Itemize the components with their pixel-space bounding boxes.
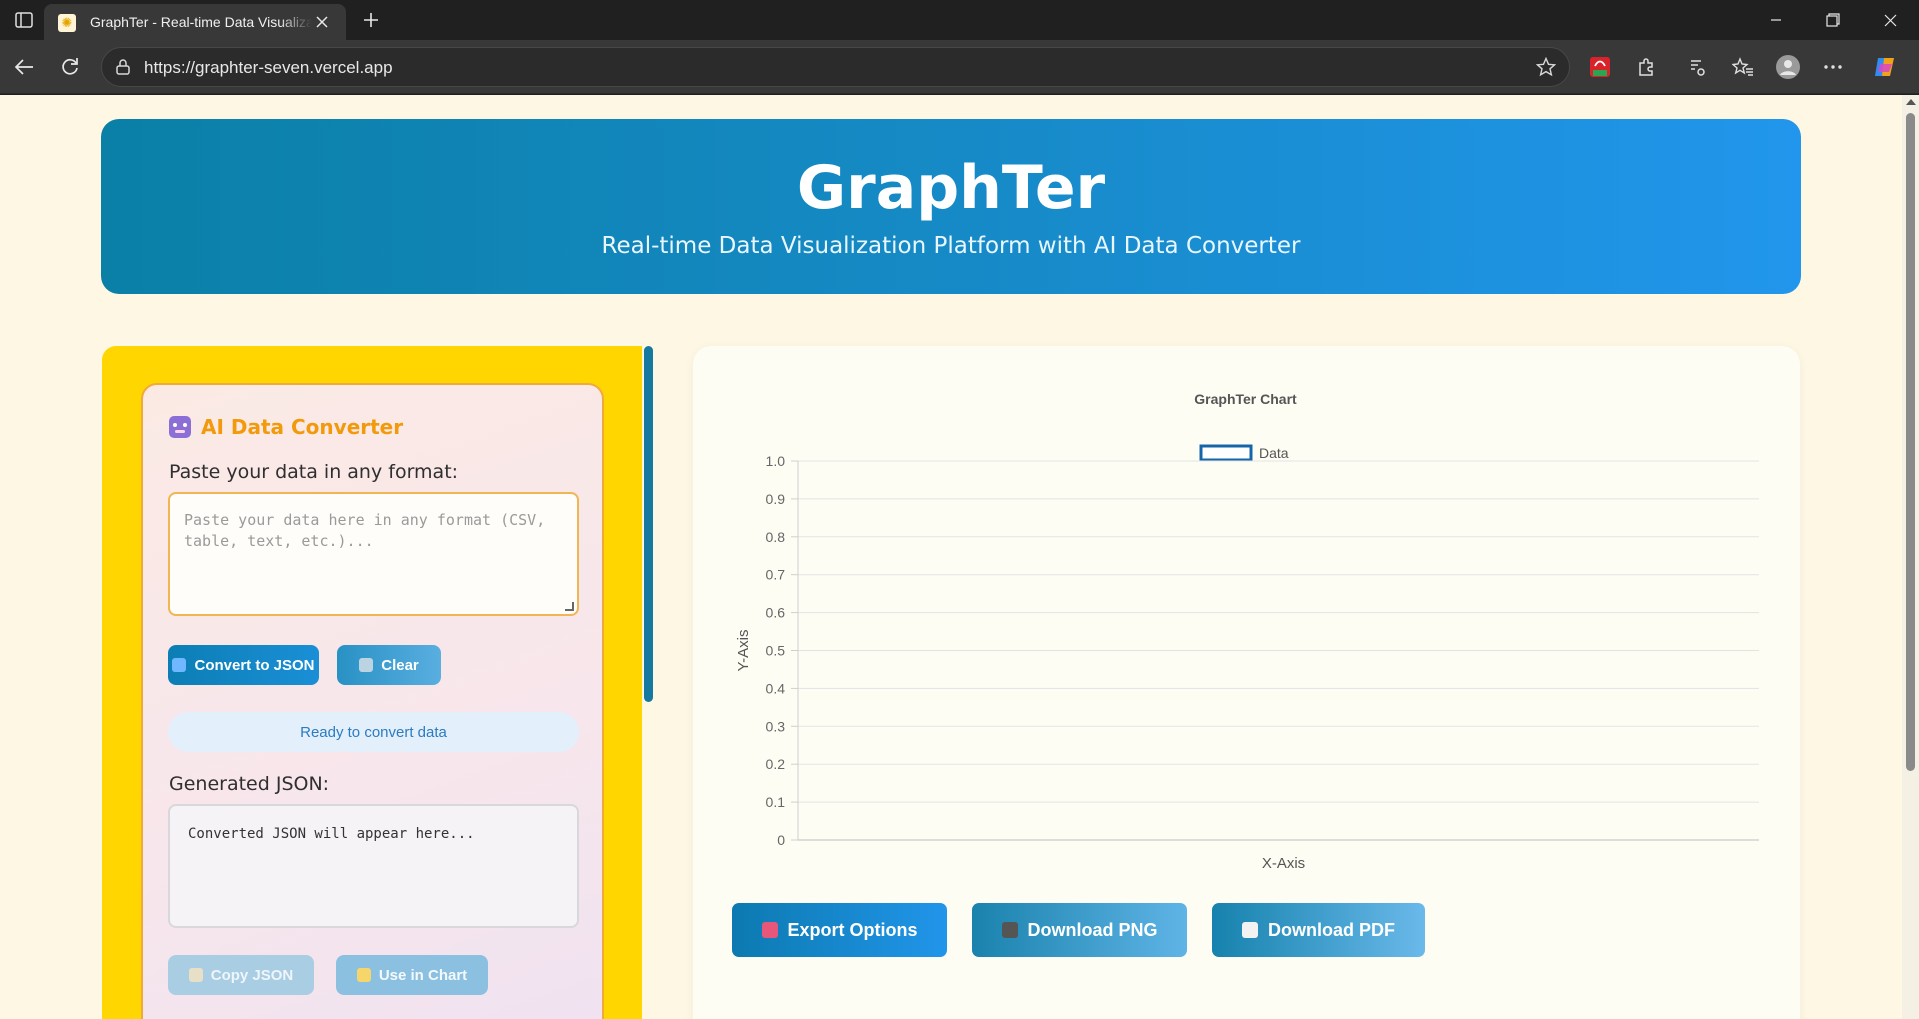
address-bar[interactable]: https://graphter-seven.vercel.app <box>101 47 1570 87</box>
tab-title: GraphTer - Real-time Data Visualization … <box>90 14 312 30</box>
chart-title: GraphTer Chart <box>1194 391 1297 407</box>
new-tab-icon[interactable] <box>358 8 384 32</box>
copilot-icon[interactable] <box>1871 53 1899 81</box>
use-in-chart-button[interactable]: Use in Chart <box>336 955 488 995</box>
more-options-icon[interactable] <box>1819 53 1847 81</box>
download-pdf-button[interactable]: Download PDF <box>1212 903 1425 957</box>
browser-tab-active[interactable]: ✺ GraphTer - Real-time Data Visualizatio… <box>44 4 346 40</box>
document-icon <box>1242 922 1258 938</box>
y-tick-label: 0.2 <box>766 756 786 772</box>
y-axis-label: Y-Axis <box>735 630 752 672</box>
convert-icon <box>172 658 187 672</box>
download-png-label: Download PNG <box>1027 919 1158 940</box>
y-tick-label: 0 <box>777 832 785 848</box>
data-input-placeholder: Paste your data here in any format (CSV,… <box>184 511 546 550</box>
browser-tab-strip: ✺ GraphTer - Real-time Data Visualizatio… <box>0 0 1919 40</box>
download-png-button[interactable]: Download PNG <box>972 903 1187 957</box>
sparkles-icon <box>356 968 371 982</box>
minimize-icon[interactable] <box>1754 6 1798 34</box>
convert-to-json-button[interactable]: Convert to JSON <box>168 645 319 685</box>
chart-canvas[interactable]: GraphTer Chart Data 0 0.1 0.2 0.3 0.4 0.5 0.6 0.7… <box>693 346 1800 886</box>
data-input-textarea[interactable]: Paste your data here in any format (CSV,… <box>168 492 579 616</box>
json-output-box[interactable]: Converted JSON will appear here... <box>168 804 579 928</box>
converter-title-text: AI Data Converter <box>201 415 404 439</box>
y-tick-label: 0.1 <box>766 794 786 810</box>
legend-swatch <box>1199 444 1253 462</box>
input-label: Paste your data in any format: <box>169 461 459 483</box>
restore-icon[interactable] <box>1811 6 1855 34</box>
clear-button-label: Clear <box>381 656 419 674</box>
outbox-icon <box>761 922 778 938</box>
favorite-star-icon[interactable] <box>1535 56 1557 78</box>
y-tick-label: 0.4 <box>766 680 786 696</box>
sidebar-toggle-icon[interactable] <box>10 8 38 32</box>
status-message: Ready to convert data <box>168 712 579 752</box>
page-header: GraphTer Real-time Data Visualization Pl… <box>101 119 1801 294</box>
y-tick-label: 0.6 <box>766 605 786 621</box>
use-button-label: Use in Chart <box>378 966 468 984</box>
page-subtitle: Real-time Data Visualization Platform wi… <box>601 233 1301 259</box>
output-label: Generated JSON: <box>169 773 330 795</box>
left-panel-scrollbar[interactable] <box>642 346 654 1019</box>
left-panel-scroll-thumb[interactable] <box>644 346 653 702</box>
y-tick-label: 0.3 <box>766 718 786 734</box>
site-favicon-icon: ✺ <box>58 14 76 32</box>
pdf-extension-icon[interactable] <box>1586 53 1614 81</box>
y-tick-label: 0.8 <box>766 529 786 545</box>
ai-data-converter-card: AI Data Converter Paste your data in any… <box>141 383 604 1019</box>
convert-button-label: Convert to JSON <box>194 656 315 674</box>
y-tick-label: 0.7 <box>766 567 786 583</box>
page-scrollbar[interactable] <box>1902 95 1919 1019</box>
y-tick-label: 0.9 <box>766 491 786 507</box>
page-title: GraphTer <box>796 153 1106 223</box>
lock-icon[interactable] <box>114 58 132 76</box>
page-scroll-thumb[interactable] <box>1906 113 1915 771</box>
y-tick-label: 0.5 <box>766 643 786 659</box>
camera-icon <box>1001 922 1018 938</box>
robot-icon <box>169 416 191 438</box>
copy-json-button[interactable]: Copy JSON <box>168 955 314 995</box>
back-arrow-icon[interactable] <box>8 51 40 83</box>
clipboard-icon <box>188 968 203 982</box>
converter-title: AI Data Converter <box>169 415 403 439</box>
export-options-label: Export Options <box>787 919 918 940</box>
copy-button-label: Copy JSON <box>210 966 294 984</box>
reload-icon[interactable] <box>54 51 86 83</box>
extensions-puzzle-icon[interactable] <box>1632 53 1660 81</box>
profile-avatar[interactable] <box>1774 53 1802 81</box>
clear-button[interactable]: Clear <box>337 645 441 685</box>
media-control-icon[interactable] <box>1683 53 1711 81</box>
scroll-up-arrow-icon[interactable] <box>1906 99 1916 105</box>
trash-icon <box>359 658 374 672</box>
legend-label: Data <box>1259 445 1289 461</box>
x-axis-label: X-Axis <box>1262 855 1305 872</box>
y-tick-label: 1.0 <box>766 453 786 469</box>
page-viewport: GraphTer Real-time Data Visualization Pl… <box>0 95 1902 1019</box>
download-pdf-label: Download PDF <box>1268 919 1395 940</box>
close-window-icon[interactable] <box>1868 6 1912 34</box>
chart-card: GraphTer Chart Data 0 0.1 0.2 0.3 0.4 0.5 0.6 0.7… <box>693 346 1800 1019</box>
url-text[interactable]: https://graphter-seven.vercel.app <box>144 58 393 78</box>
browser-toolbar: https://graphter-seven.vercel.app <box>0 40 1919 94</box>
resize-handle-icon[interactable] <box>565 602 574 611</box>
favorites-icon[interactable] <box>1729 53 1757 81</box>
close-tab-icon[interactable] <box>312 12 332 32</box>
json-output-placeholder: Converted JSON will appear here... <box>188 826 475 842</box>
export-options-button[interactable]: Export Options <box>732 903 947 957</box>
